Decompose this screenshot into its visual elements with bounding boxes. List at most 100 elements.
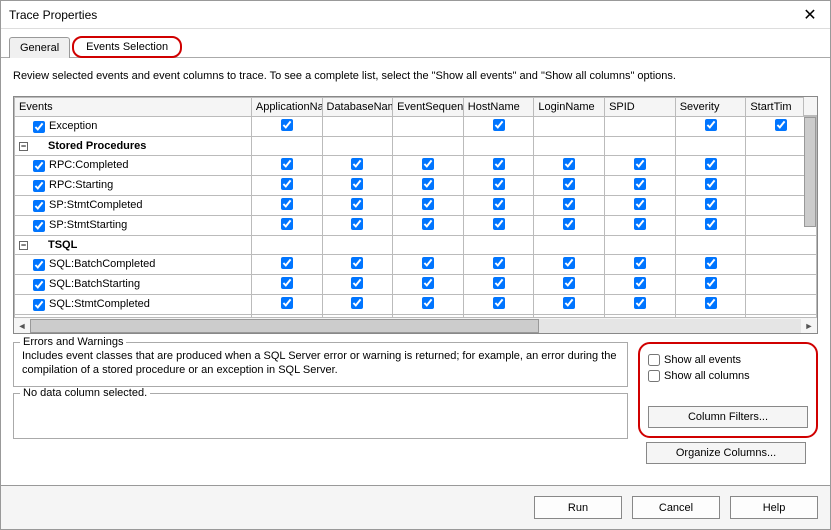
grid-cell[interactable] [322,295,393,315]
grid-cell[interactable] [605,176,676,196]
grid-cell[interactable] [251,255,322,275]
column-checkbox[interactable] [281,178,293,190]
grid-cell[interactable] [393,295,464,315]
grid-cell[interactable] [393,156,464,176]
column-checkbox[interactable] [563,297,575,309]
column-checkbox[interactable] [563,158,575,170]
show-all-events-input[interactable] [648,354,660,366]
grid-cell[interactable] [393,315,464,318]
grid-cell[interactable] [675,255,746,275]
grid-cell[interactable] [605,275,676,295]
grid-cell[interactable] [393,117,464,137]
column-checkbox[interactable] [634,178,646,190]
collapse-icon[interactable]: − [19,142,28,151]
column-checkbox[interactable] [705,198,717,210]
column-checkbox[interactable] [422,158,434,170]
grid-cell[interactable] [675,275,746,295]
event-row[interactable]: Exception [15,117,817,137]
grid-cell[interactable] [251,216,322,236]
grid-cell[interactable] [322,236,393,255]
collapse-icon[interactable]: − [19,241,28,250]
event-row[interactable]: RPC:Completed [15,156,817,176]
column-checkbox[interactable] [351,257,363,269]
grid-cell[interactable] [463,216,534,236]
column-checkbox[interactable] [705,158,717,170]
category-row[interactable]: −TSQL [15,236,817,255]
grid-cell[interactable] [605,295,676,315]
grid-cell[interactable] [322,275,393,295]
grid-cell[interactable] [393,236,464,255]
column-checkbox[interactable] [422,257,434,269]
column-header[interactable]: ApplicationName [251,98,322,117]
column-checkbox[interactable] [775,119,787,131]
grid-cell[interactable] [534,196,605,216]
event-row[interactable]: SQL:StmtStarting [15,315,817,318]
show-all-columns-checkbox[interactable]: Show all columns [648,370,808,382]
grid-cell[interactable] [322,117,393,137]
grid-cell[interactable] [251,156,322,176]
grid-cell[interactable] [605,137,676,156]
column-checkbox[interactable] [634,158,646,170]
grid-cell[interactable] [463,275,534,295]
column-checkbox[interactable] [281,277,293,289]
grid-cell[interactable] [463,137,534,156]
grid-cell[interactable] [534,117,605,137]
grid-cell[interactable] [393,216,464,236]
tab-general[interactable]: General [9,37,70,58]
category-row[interactable]: −Stored Procedures [15,137,817,156]
column-checkbox[interactable] [281,218,293,230]
help-button[interactable]: Help [730,496,818,519]
column-checkbox[interactable] [351,218,363,230]
show-all-events-checkbox[interactable]: Show all events [648,354,808,366]
column-checkbox[interactable] [422,178,434,190]
column-checkbox[interactable] [493,277,505,289]
grid-cell[interactable] [393,137,464,156]
column-header[interactable]: DatabaseName [322,98,393,117]
column-checkbox[interactable] [563,257,575,269]
event-row[interactable]: SP:StmtStarting [15,216,817,236]
column-checkbox[interactable] [493,178,505,190]
column-checkbox[interactable] [422,297,434,309]
event-row[interactable]: SQL:BatchCompleted [15,255,817,275]
horizontal-scrollbar[interactable]: ◄ ► [14,317,817,333]
column-checkbox[interactable] [705,297,717,309]
grid-cell[interactable] [534,176,605,196]
grid-cell[interactable] [322,315,393,318]
vertical-scrollbar-thumb[interactable] [804,117,816,227]
event-row[interactable]: SP:StmtCompleted [15,196,817,216]
scroll-right-icon[interactable]: ► [801,319,817,333]
grid-cell[interactable] [675,315,746,318]
event-enable-checkbox[interactable] [33,279,45,291]
column-checkbox[interactable] [705,119,717,131]
cancel-button[interactable]: Cancel [632,496,720,519]
grid-cell[interactable] [393,275,464,295]
grid-cell[interactable] [675,236,746,255]
column-checkbox[interactable] [351,198,363,210]
column-checkbox[interactable] [634,218,646,230]
grid-cell[interactable] [251,176,322,196]
event-enable-checkbox[interactable] [33,200,45,212]
grid-cell[interactable] [605,117,676,137]
grid-cell[interactable] [393,196,464,216]
column-checkbox[interactable] [351,297,363,309]
grid-cell[interactable] [463,255,534,275]
column-checkbox[interactable] [563,277,575,289]
column-header[interactable]: Severity [675,98,746,117]
grid-cell[interactable] [605,156,676,176]
event-enable-checkbox[interactable] [33,220,45,232]
grid-cell[interactable] [675,295,746,315]
column-checkbox[interactable] [493,158,505,170]
column-checkbox[interactable] [493,198,505,210]
event-enable-checkbox[interactable] [33,160,45,172]
column-filters-button[interactable]: Column Filters... [648,406,808,428]
column-checkbox[interactable] [351,277,363,289]
grid-cell[interactable] [393,255,464,275]
column-header[interactable]: SPID [605,98,676,117]
organize-columns-button[interactable]: Organize Columns... [646,442,806,464]
column-checkbox[interactable] [422,198,434,210]
grid-cell[interactable] [675,216,746,236]
grid-cell[interactable] [463,196,534,216]
column-checkbox[interactable] [705,277,717,289]
grid-cell[interactable] [463,315,534,318]
grid-cell[interactable] [534,315,605,318]
